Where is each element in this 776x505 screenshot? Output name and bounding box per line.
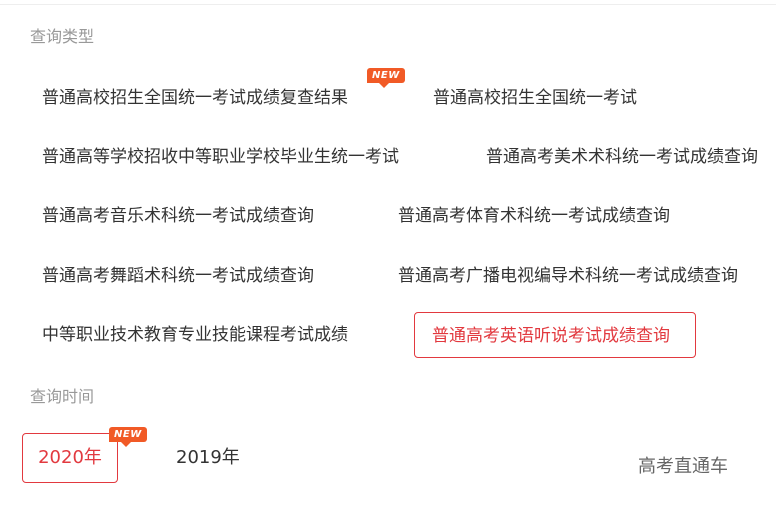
year-2019-button[interactable]: 2019年 <box>176 447 240 469</box>
query-type-item-english-listening-speaking[interactable]: 普通高考英语听说考试成绩查询 <box>414 312 696 358</box>
query-type-item-rescore-result[interactable]: 普通高校招生全国统一考试成绩复查结果 <box>42 87 348 109</box>
query-type-item-national-exam[interactable]: 普通高校招生全国统一考试 <box>433 87 637 109</box>
query-type-label: 查询类型 <box>30 27 95 46</box>
query-type-item-dance-exam[interactable]: 普通高考舞蹈术科统一考试成绩查询 <box>42 265 314 287</box>
year-2020-button[interactable]: 2020年 <box>22 433 118 483</box>
query-type-item-broadcast-directing-exam[interactable]: 普通高考广播电视编导术科统一考试成绩查询 <box>398 265 738 287</box>
top-divider <box>0 4 776 5</box>
new-badge: NEW <box>367 68 405 88</box>
new-badge-year: NEW <box>109 427 147 447</box>
query-type-item-vocational-graduate-exam[interactable]: 普通高等学校招收中等职业学校毕业生统一考试 <box>42 146 399 168</box>
query-type-item-music-exam[interactable]: 普通高考音乐术科统一考试成绩查询 <box>42 205 314 227</box>
query-time-label: 查询时间 <box>30 387 95 406</box>
gaokao-express-link[interactable]: 高考直通车 <box>638 455 728 479</box>
query-type-item-art-exam[interactable]: 普通高考美术术科统一考试成绩查询 <box>486 146 758 168</box>
query-type-item-sports-exam[interactable]: 普通高考体育术科统一考试成绩查询 <box>398 205 670 227</box>
query-type-item-vocational-skills-exam[interactable]: 中等职业技术教育专业技能课程考试成绩 <box>42 324 348 346</box>
